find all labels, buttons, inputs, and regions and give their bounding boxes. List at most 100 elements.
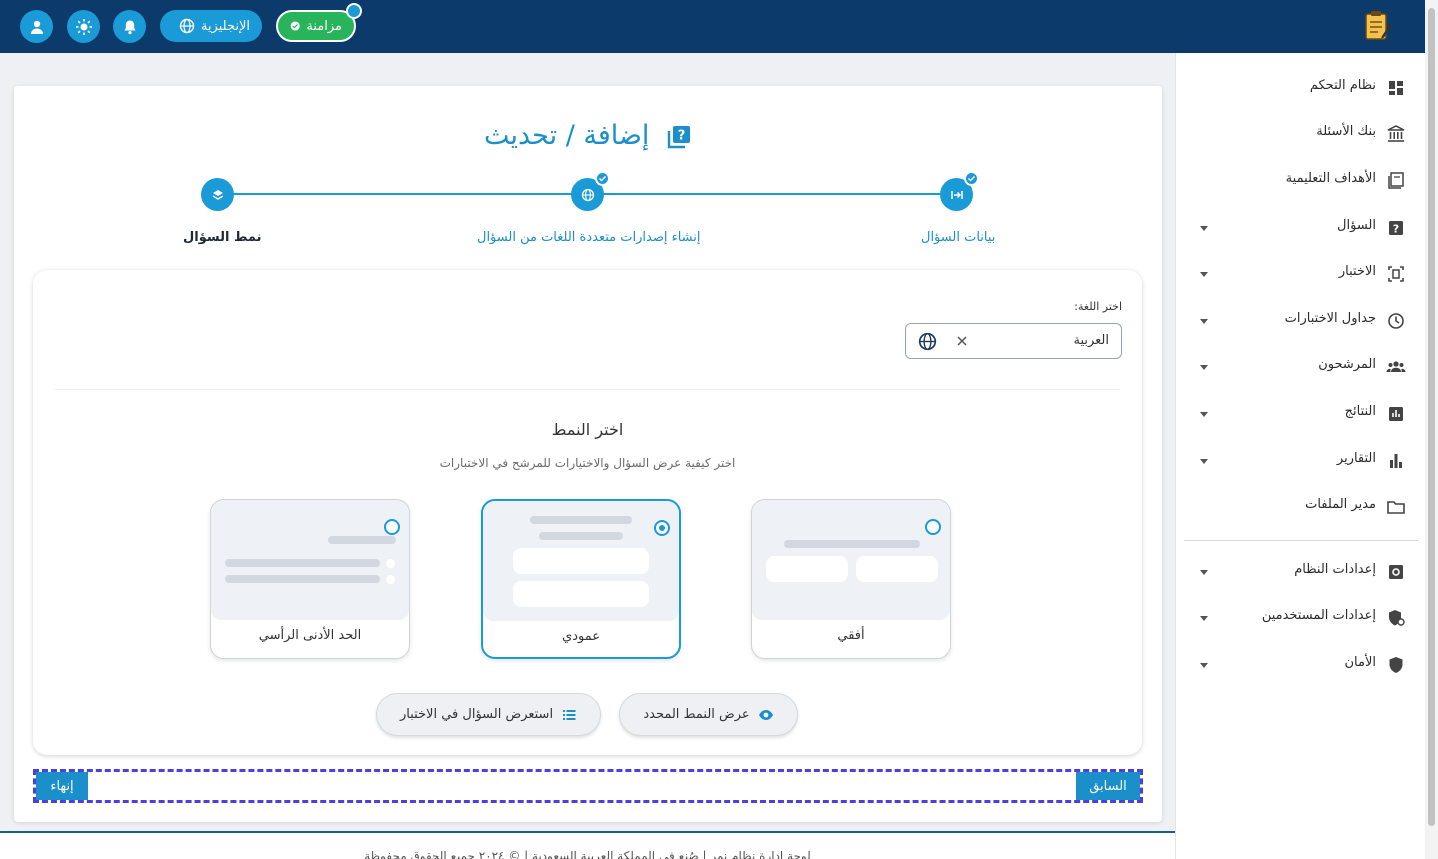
- pattern-preview: [211, 500, 409, 620]
- input-icon: [950, 190, 963, 199]
- preview-in-exam-label: استعرض السؤال في الاختبار: [399, 707, 554, 722]
- sidebar-item-label: جداول الاختبارات: [1284, 311, 1376, 326]
- chevron-down-icon[interactable]: [1200, 459, 1208, 464]
- step-label: إنشاء إصدارات متعددة اللغات من السؤال: [477, 230, 701, 245]
- check-icon: [595, 171, 610, 186]
- close-icon[interactable]: [956, 335, 968, 347]
- layers-icon: [212, 189, 223, 200]
- results-icon: [1389, 407, 1403, 421]
- step-label: نمط السؤال: [183, 230, 262, 245]
- scrollbar[interactable]: [1425, 0, 1438, 859]
- pattern-option-label: عمودي: [562, 629, 600, 644]
- globe-icon: [581, 188, 594, 201]
- radio-minimal-vertical[interactable]: [384, 519, 400, 535]
- sidebar-item-learning-objectives[interactable]: الأهداف التعليمية: [1176, 161, 1426, 201]
- pattern-option-minimal-vertical[interactable]: الحد الأدنى الرأسي: [210, 499, 410, 659]
- sidebar-item-question[interactable]: ? السؤال: [1176, 208, 1426, 248]
- wizard-navigation: السابق إنهاء: [33, 769, 1143, 803]
- question-icon: ?: [667, 125, 691, 148]
- preview-choice-box: [513, 548, 649, 574]
- preview-choice-box: [513, 581, 649, 607]
- sidebar-item-candidates[interactable]: المرشحون: [1176, 347, 1426, 387]
- chevron-down-icon[interactable]: [1200, 412, 1208, 417]
- pattern-option-label: أفقي: [837, 628, 865, 643]
- preview-bar: [784, 540, 920, 548]
- question-icon: ?: [1389, 221, 1403, 236]
- sidebar-item-label: التقارير: [1336, 451, 1376, 466]
- sidebar-item-label: إعدادات المستخدمين: [1261, 608, 1376, 623]
- preview-choice-box: [766, 556, 848, 582]
- chevron-down-icon[interactable]: [1200, 319, 1208, 324]
- scrollbar-thumb[interactable]: [1428, 8, 1435, 826]
- sidebar-item-label: السؤال: [1337, 218, 1376, 233]
- sidebar-divider: [1184, 540, 1418, 541]
- preview-in-exam-button[interactable]: استعرض السؤال في الاختبار: [376, 693, 601, 736]
- divider: [55, 389, 1120, 390]
- sidebar-item-dashboard[interactable]: نظام التحكم: [1176, 68, 1426, 108]
- sidebar-item-exam-schedules[interactable]: جداول الاختبارات: [1176, 301, 1426, 341]
- page-title: ? إضافة / تحديث: [14, 120, 1162, 151]
- language-select[interactable]: العربية: [905, 323, 1122, 359]
- sync-button[interactable]: مزامنة: [276, 10, 356, 42]
- pattern-option-vertical[interactable]: عمودي: [481, 499, 681, 659]
- sidebar-item-label: المرشحون: [1318, 357, 1376, 372]
- sync-label: مزامنة: [306, 18, 342, 34]
- sidebar-item-label: نظام التحكم: [1309, 78, 1376, 93]
- preview-bar: [530, 516, 632, 524]
- sidebar-item-security[interactable]: الأمان: [1176, 645, 1426, 685]
- sidebar-item-user-settings[interactable]: إعدادات المستخدمين: [1176, 598, 1426, 638]
- sidebar-item-system-settings[interactable]: إعدادات النظام: [1176, 552, 1426, 592]
- main-card: ? إضافة / تحديث بيانات السؤال إنشاء إصدا…: [14, 86, 1162, 822]
- preview-dot: [386, 559, 395, 568]
- radio-horizontal[interactable]: [925, 519, 941, 535]
- globe-icon[interactable]: [918, 332, 937, 351]
- sidebar-item-reports[interactable]: التقارير: [1176, 441, 1426, 481]
- dashboard-icon: [1389, 81, 1403, 95]
- sidebar-item-label: الاختبار: [1338, 264, 1376, 279]
- globe-icon: [179, 18, 195, 34]
- sidebar-item-label: مدير الملفات: [1305, 497, 1376, 512]
- svg-text:?: ?: [678, 128, 686, 143]
- theme-sun-icon[interactable]: [67, 10, 100, 43]
- view-selected-pattern-button[interactable]: عرض النمط المحدد: [619, 693, 798, 736]
- book-icon: [1388, 172, 1404, 189]
- pattern-option-horizontal[interactable]: أفقي: [751, 499, 951, 659]
- preview-bar: [328, 536, 396, 544]
- chevron-down-icon[interactable]: [1200, 365, 1208, 370]
- exam-icon: [1388, 266, 1404, 282]
- clock-icon: [1388, 313, 1404, 329]
- language-switch-button[interactable]: الإنجليزية: [160, 10, 262, 42]
- step-question-pattern[interactable]: [201, 178, 234, 211]
- preview-dot: [386, 575, 395, 584]
- sidebar-item-label: إعدادات النظام: [1294, 562, 1376, 577]
- settings-icon: [1389, 565, 1403, 579]
- folder-icon: [1387, 501, 1405, 514]
- sidebar-item-label: الأمان: [1344, 655, 1377, 670]
- chevron-down-icon[interactable]: [1200, 570, 1208, 575]
- sidebar-item-results[interactable]: النتائج: [1176, 394, 1426, 434]
- chevron-down-icon[interactable]: [1200, 616, 1208, 621]
- bell-icon[interactable]: [113, 10, 146, 43]
- svg-text:?: ?: [1393, 223, 1399, 236]
- check-icon: [964, 171, 979, 186]
- radio-vertical[interactable]: [654, 520, 670, 536]
- preview-bar: [225, 559, 380, 567]
- view-selected-label: عرض النمط المحدد: [643, 707, 750, 722]
- pattern-title: اختر النمط: [551, 420, 624, 439]
- finish-button[interactable]: إنهاء: [36, 772, 88, 800]
- page-title-text: إضافة / تحديث: [483, 120, 650, 151]
- sidebar-item-exam[interactable]: الاختبار: [1176, 254, 1426, 294]
- preview-choice-box: [856, 556, 938, 582]
- sidebar-item-label: الأهداف التعليمية: [1285, 171, 1376, 186]
- sidebar-item-file-manager[interactable]: مدير الملفات: [1176, 487, 1426, 527]
- preview-bar: [225, 575, 380, 583]
- chevron-down-icon[interactable]: [1200, 663, 1208, 668]
- chevron-down-icon[interactable]: [1200, 272, 1208, 277]
- sidebar-item-question-bank[interactable]: بنك الأسئلة: [1176, 114, 1426, 154]
- previous-button[interactable]: السابق: [1076, 772, 1140, 800]
- chevron-down-icon[interactable]: [1200, 226, 1208, 231]
- language-label: الإنجليزية: [200, 18, 250, 34]
- language-field-label: اختر اللغة:: [1074, 300, 1122, 313]
- user-icon[interactable]: [20, 10, 53, 43]
- people-icon: [1386, 361, 1406, 372]
